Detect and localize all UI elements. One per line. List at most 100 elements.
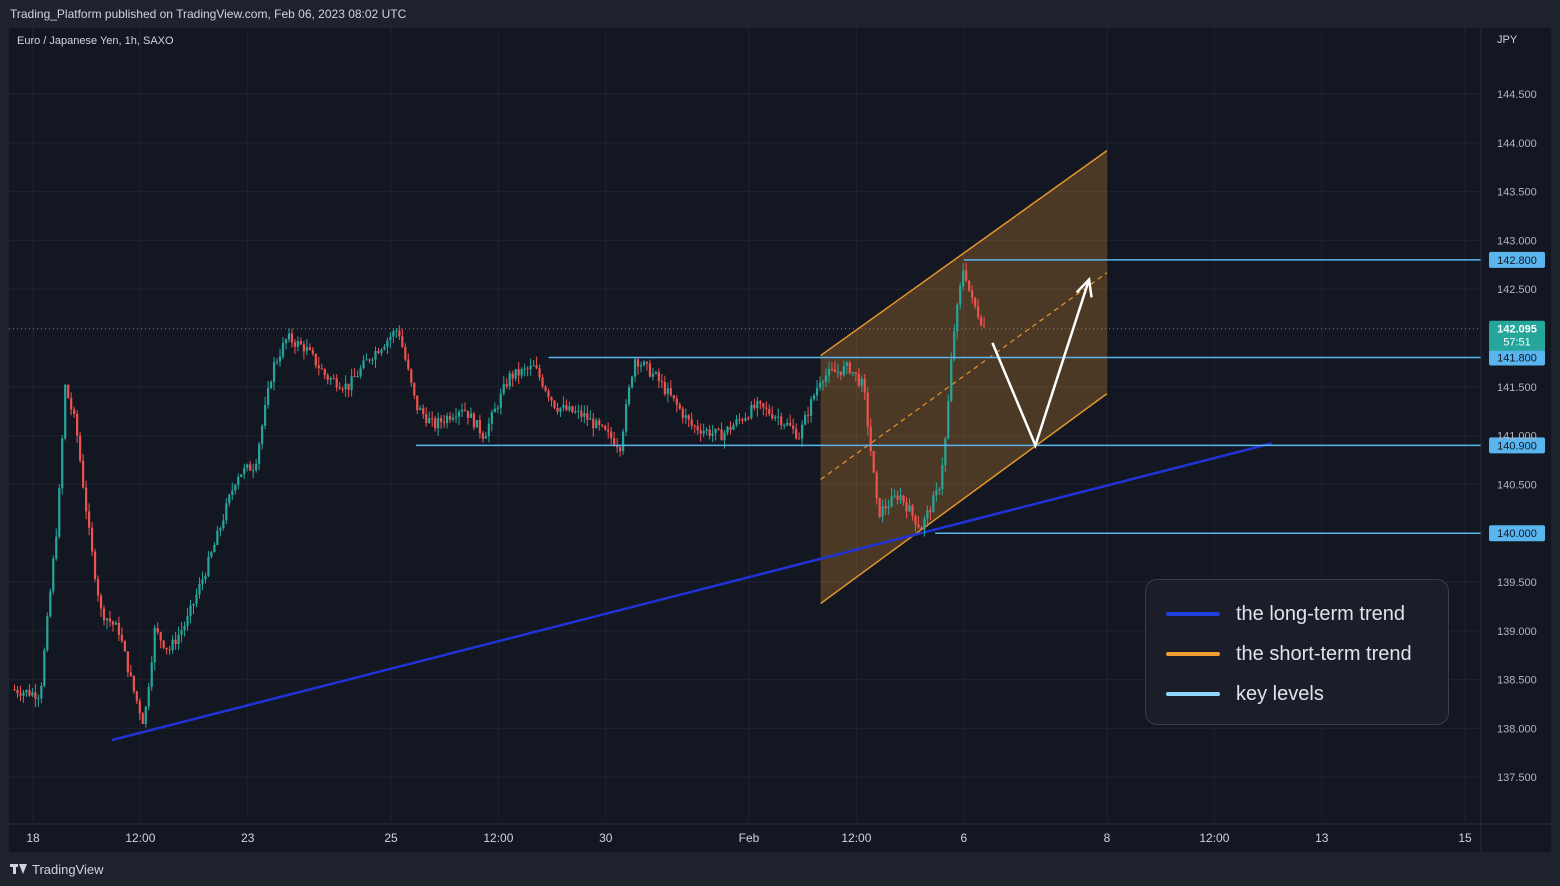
candle-body xyxy=(508,373,511,387)
legend-swatch-key-levels xyxy=(1166,692,1220,696)
candle-body xyxy=(765,407,768,409)
candle-body xyxy=(222,520,225,528)
x-tick-label: 8 xyxy=(1104,831,1111,845)
candle-body xyxy=(317,365,320,369)
candle-body xyxy=(70,398,73,410)
candle-body xyxy=(332,378,335,380)
candle-body xyxy=(750,404,753,419)
candle-body xyxy=(359,368,362,377)
candle-body xyxy=(824,375,828,382)
candle-body xyxy=(550,397,553,401)
candle-body xyxy=(323,369,326,376)
candle-body xyxy=(413,382,416,396)
candle-body xyxy=(138,700,141,714)
candle-body xyxy=(356,376,359,378)
candle-body xyxy=(905,502,908,512)
candle-body xyxy=(547,390,550,398)
candle-body xyxy=(812,395,816,400)
candle-body xyxy=(252,470,255,472)
candle-body xyxy=(350,376,353,390)
candle-body xyxy=(947,401,950,439)
candle-body xyxy=(368,359,371,361)
candle-body xyxy=(830,369,834,371)
candle-body xyxy=(43,650,46,686)
candle-body xyxy=(502,384,505,394)
candle-body xyxy=(839,371,842,376)
candle-body xyxy=(968,280,971,291)
legend-swatch-long-term xyxy=(1166,612,1220,616)
candle-body xyxy=(419,408,422,411)
candle-body xyxy=(159,632,162,641)
candle-body xyxy=(538,368,541,378)
candle-body xyxy=(741,419,744,421)
candle-body xyxy=(654,372,658,374)
candle-body xyxy=(678,404,681,409)
brand-label[interactable]: TradingView xyxy=(32,862,104,877)
y-tick-label: 137.500 xyxy=(1497,772,1537,784)
candle-body xyxy=(457,411,461,417)
candle-body xyxy=(666,388,669,394)
candle-body xyxy=(243,467,246,475)
candle-body xyxy=(971,290,974,298)
candle-body xyxy=(598,420,601,425)
candle-body xyxy=(714,428,717,434)
footer: TradingView xyxy=(10,858,104,880)
candle-body xyxy=(586,413,589,420)
candle-body xyxy=(636,359,640,367)
published-header: Trading_Platform published on TradingVie… xyxy=(10,7,407,21)
candle-body xyxy=(344,383,347,390)
candle-body xyxy=(953,331,956,360)
candle-body xyxy=(980,317,983,326)
candle-body xyxy=(607,429,610,432)
candle-body xyxy=(469,413,473,418)
candle-body xyxy=(266,388,270,406)
candle-body xyxy=(869,426,872,452)
candle-body xyxy=(314,353,317,366)
y-tick-label: 144.500 xyxy=(1497,89,1537,101)
candle-body xyxy=(857,373,860,386)
y-tick-label: 139.500 xyxy=(1497,577,1537,589)
price-chart[interactable]: 142.800141.800140.900140.000142.09557:51… xyxy=(9,28,1551,852)
candle-body xyxy=(258,443,261,464)
candle-body xyxy=(884,506,887,509)
legend-swatch-short-term xyxy=(1166,652,1220,656)
candle-body xyxy=(684,415,687,418)
x-tick-label: 12:00 xyxy=(841,831,871,845)
legend: the long-term trend the short-term trend… xyxy=(1145,579,1449,725)
candle-body xyxy=(833,369,837,373)
tradingview-logo-icon[interactable] xyxy=(10,863,28,875)
candle-body xyxy=(76,414,79,436)
candle-body xyxy=(58,488,61,537)
candle-body xyxy=(803,414,807,425)
candle-body xyxy=(416,395,419,411)
candle-body xyxy=(872,451,875,473)
candle-body xyxy=(395,330,398,332)
key-level-label: 141.800 xyxy=(1497,353,1537,365)
candle-body xyxy=(950,359,953,402)
candle-body xyxy=(156,628,159,633)
candle-body xyxy=(720,429,723,441)
candle-body xyxy=(383,346,386,350)
candle-body xyxy=(105,618,109,621)
x-tick-label: 12:00 xyxy=(1199,831,1229,845)
candle-body xyxy=(168,649,171,651)
candle-body xyxy=(517,369,520,376)
candle-body xyxy=(977,306,980,318)
candle-body xyxy=(908,505,911,512)
x-tick-label: 18 xyxy=(26,831,40,845)
y-tick-label: 141.500 xyxy=(1497,382,1537,394)
candle-body xyxy=(622,431,625,452)
candle-body xyxy=(341,388,344,390)
candle-body xyxy=(61,438,64,489)
candle-body xyxy=(386,340,389,347)
candle-body xyxy=(553,400,556,408)
candle-body xyxy=(815,387,819,396)
chart-area[interactable]: 142.800 141.800 140.900 140.000 142.095 57:51… xyxy=(9,28,1551,852)
candle-body xyxy=(195,594,198,604)
candle-body xyxy=(541,377,544,387)
candle-body xyxy=(756,401,759,409)
candle-body xyxy=(34,692,37,699)
candle-body xyxy=(463,409,467,411)
candle-body xyxy=(962,270,965,287)
candle-body xyxy=(532,365,535,367)
